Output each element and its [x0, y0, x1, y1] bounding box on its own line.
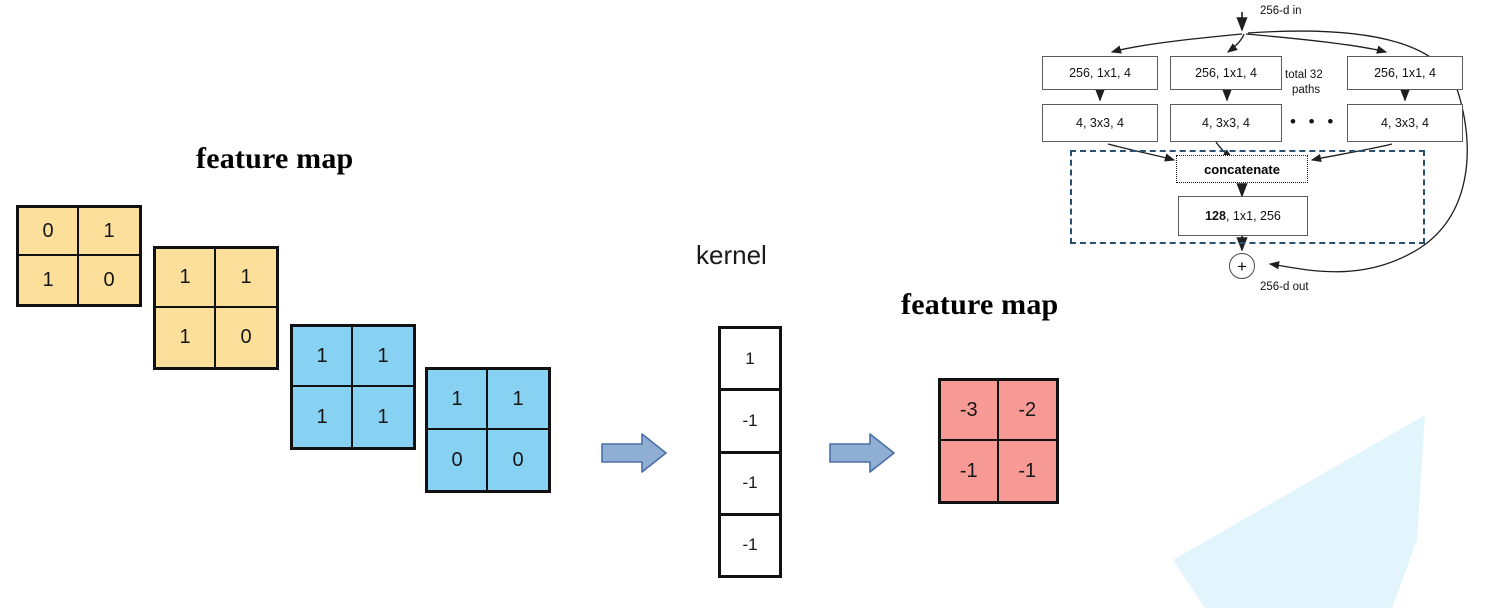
matrix-cell: 1 — [353, 327, 413, 387]
resnext-output-label: 256-d out — [1260, 281, 1309, 293]
resnext-input-label: 256-d in — [1260, 5, 1302, 17]
matrix-cell: 0 — [488, 430, 548, 490]
yellow-map-1: 0 1 1 0 — [16, 205, 142, 307]
matrix-cell: 0 — [428, 430, 488, 490]
matrix-cell: -3 — [941, 381, 999, 441]
resnext-reduce-box-3: 256, 1x1, 4 — [1347, 56, 1463, 90]
matrix-cell: -1 — [941, 441, 999, 501]
resnext-conv-box-2: 4, 3x3, 4 — [1170, 104, 1282, 142]
blue-map-2: 1 1 0 0 — [425, 367, 551, 493]
blue-map-1: 1 1 1 1 — [290, 324, 416, 450]
matrix-cell: 1 — [428, 370, 488, 430]
kernel-matrix: 1 -1 -1 -1 — [718, 326, 782, 578]
output-feature-map: -3 -2 -1 -1 — [938, 378, 1059, 504]
resnext-conv-box-1: 4, 3x3, 4 — [1042, 104, 1158, 142]
kernel-cell: 1 — [721, 329, 779, 392]
matrix-cell: 1 — [353, 387, 413, 447]
matrix-cell: 0 — [216, 308, 276, 367]
arrow-to-kernel — [601, 433, 667, 473]
matrix-cell: 0 — [79, 256, 139, 304]
matrix-cell: 1 — [156, 249, 216, 308]
feature-map-left-label: feature map — [196, 142, 354, 175]
matrix-cell: 1 — [79, 208, 139, 256]
resnext-expand-rest: , 1x1, 256 — [1225, 209, 1281, 223]
arrow-to-output — [829, 433, 895, 473]
diagram-canvas: feature map 0 1 1 0 1 1 1 0 1 1 1 1 1 1 … — [0, 0, 1491, 608]
resnext-reduce-box-1: 256, 1x1, 4 — [1042, 56, 1158, 90]
resnext-expand-box: 128, 1x1, 256 — [1178, 196, 1308, 236]
resnext-reduce-box-2: 256, 1x1, 4 — [1170, 56, 1282, 90]
resnext-expand-bold: 128 — [1205, 209, 1226, 223]
matrix-cell: 1 — [19, 256, 79, 304]
matrix-cell: 1 — [293, 387, 353, 447]
kernel-cell: -1 — [721, 453, 779, 516]
resnext-sum-node: + — [1229, 253, 1255, 279]
resnext-conv-box-3: 4, 3x3, 4 — [1347, 104, 1463, 142]
resnext-ellipsis: • • • — [1290, 112, 1338, 131]
resnext-paths-label-line2: paths — [1292, 84, 1321, 96]
matrix-cell: -2 — [998, 381, 1056, 441]
matrix-cell: 1 — [216, 249, 276, 308]
matrix-cell: 1 — [293, 327, 353, 387]
kernel-label: kernel — [696, 240, 767, 270]
resnext-block-diagram: 256-d in 256-d out total 32 paths 256, 1… — [1020, 0, 1491, 310]
yellow-map-2: 1 1 1 0 — [153, 246, 279, 370]
matrix-cell: -1 — [998, 441, 1056, 501]
kernel-cell: -1 — [721, 515, 779, 575]
resnext-paths-label-line1: total 32 — [1285, 69, 1323, 81]
matrix-cell: 0 — [19, 208, 79, 256]
matrix-cell: 1 — [156, 308, 216, 367]
kernel-cell: -1 — [721, 391, 779, 454]
resnext-concatenate-box: concatenate — [1176, 155, 1308, 183]
matrix-cell: 1 — [488, 370, 548, 430]
